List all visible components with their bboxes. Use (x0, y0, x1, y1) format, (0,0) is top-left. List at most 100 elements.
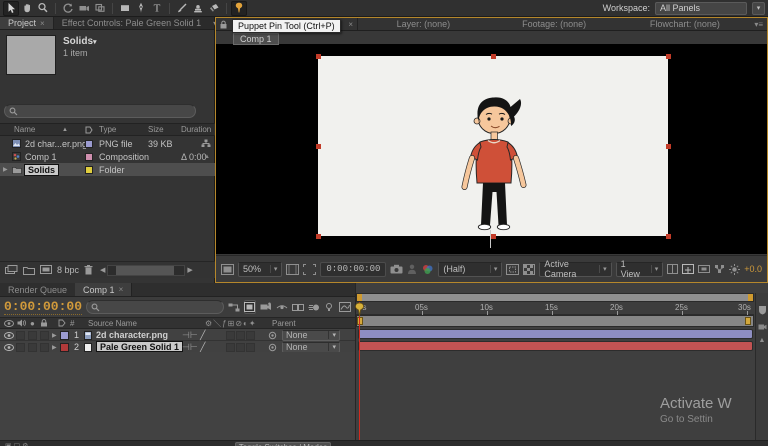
hide-shy-layers-icon[interactable] (276, 300, 288, 314)
navigator-start-handle[interactable] (357, 294, 362, 301)
share-view-icon[interactable] (667, 264, 678, 274)
label-color-chip[interactable] (85, 166, 93, 174)
region-of-interest-icon[interactable] (303, 264, 316, 275)
selection-tool-icon[interactable] (3, 1, 19, 16)
layer-label-chip[interactable] (60, 329, 69, 341)
collapse-switch[interactable]: ⊣⊢ (182, 329, 198, 341)
exposure-value[interactable]: +0.0 (744, 264, 762, 274)
mini-flowchart-icon[interactable] (228, 300, 240, 314)
safe-margins-icon[interactable] (286, 264, 299, 275)
expand-triangle-icon[interactable]: ▶ (3, 166, 8, 173)
label-color-chip[interactable] (85, 153, 93, 161)
frame-blending-icon[interactable] (292, 300, 304, 314)
project-row-footage[interactable]: 2d char...er.png PNG file 39 KB (0, 137, 215, 150)
time-ruler[interactable]: 0s 05s 10s 15s 20s 25s 30s (356, 302, 754, 315)
selection-handle[interactable] (491, 54, 496, 59)
parent-pickwhip-icon[interactable] (268, 329, 277, 341)
comp-marker-icon[interactable] (756, 305, 768, 315)
shape-tool-icon[interactable] (117, 1, 133, 16)
view-layout-dropdown[interactable]: 1 View▾ (616, 262, 664, 277)
lock-views-icon[interactable] (682, 264, 694, 274)
panel-menu-icon[interactable]: ▾≡ (750, 18, 767, 30)
column-duration[interactable]: Duration (181, 125, 211, 134)
solo-toggle[interactable] (28, 329, 38, 341)
layer-row-1[interactable]: ▶ 1 2d character.png ⊣⊢ ╱ None▾ (0, 329, 355, 341)
active-camera-dropdown[interactable]: Active Camera▾ (539, 262, 611, 277)
quality-switch[interactable]: ╱ (200, 329, 205, 341)
label-color-chip[interactable] (85, 140, 93, 148)
close-icon[interactable]: × (119, 285, 124, 294)
zoom-tool-icon[interactable] (35, 1, 51, 16)
tab-render-queue[interactable]: Render Queue (0, 283, 75, 296)
pan-behind-tool-icon[interactable] (92, 1, 108, 16)
column-type[interactable]: Type (99, 125, 116, 134)
selection-handle[interactable] (316, 144, 321, 149)
resolution-dropdown[interactable]: (Half)▾ (438, 262, 502, 277)
lock-icon[interactable] (216, 18, 230, 30)
new-composition-icon[interactable] (40, 265, 52, 275)
new-folder-icon[interactable] (23, 266, 35, 275)
project-search-input[interactable] (21, 106, 191, 116)
brainstorm-icon[interactable] (324, 300, 335, 314)
scroll-up-icon[interactable]: ▲ (756, 337, 768, 344)
pixel-aspect-icon[interactable] (698, 264, 710, 274)
always-preview-icon[interactable] (221, 264, 234, 275)
eraser-tool-icon[interactable] (206, 1, 222, 16)
rotation-tool-icon[interactable] (60, 1, 76, 16)
camera-marker-icon[interactable] (756, 323, 768, 331)
target-region-icon[interactable] (506, 264, 519, 275)
comp-viewer[interactable] (216, 44, 767, 254)
tab-flowchart[interactable]: Flowchart: (none) (620, 18, 751, 30)
selection-handle[interactable] (666, 54, 671, 59)
pen-tool-icon[interactable] (133, 1, 149, 16)
current-time-display[interactable]: 0:00:00:00 (4, 299, 82, 315)
project-horizontal-scrollbar[interactable]: ◀ ▶ (98, 265, 195, 276)
layer-name[interactable]: 2d character.png (96, 329, 168, 341)
parent-column[interactable]: Parent (272, 319, 296, 328)
comp-viewer-tab[interactable]: Comp 1 (233, 33, 279, 45)
work-area-end-handle[interactable] (745, 317, 751, 325)
column-name[interactable]: Name (14, 125, 35, 134)
selection-handle[interactable] (491, 234, 496, 239)
selection-handle[interactable] (666, 144, 671, 149)
tab-layer[interactable]: Layer: (none) (358, 18, 489, 30)
selection-handle[interactable] (316, 234, 321, 239)
camera-tool-icon[interactable] (76, 1, 92, 16)
viewer-timecode[interactable]: 0:00:00:00 (320, 262, 386, 277)
label-column-icon[interactable] (85, 126, 93, 134)
source-name-column[interactable]: Source Name (88, 319, 137, 328)
toggle-switches-modes-button[interactable]: Toggle Switches / Modes (235, 442, 331, 446)
scrollbar-thumb[interactable] (116, 266, 174, 275)
delete-icon[interactable] (84, 265, 93, 275)
bottom-mini-icons[interactable]: ▣ ◲ ⚙ (5, 442, 28, 446)
tab-project[interactable]: Project × (0, 17, 54, 29)
show-channels-icon[interactable] (421, 264, 434, 275)
type-tool-icon[interactable]: T (149, 1, 165, 16)
project-row-comp[interactable]: Comp 1 Composition Δ 0:00 ▲ (0, 150, 215, 163)
live-update-icon[interactable] (244, 300, 255, 314)
audio-toggle[interactable] (16, 329, 26, 341)
playhead-indicator[interactable] (353, 302, 366, 317)
motion-blur-icon[interactable] (308, 300, 320, 314)
expand-triangle-icon[interactable]: ▶ (52, 329, 57, 341)
tab-footage[interactable]: Footage: (none) (489, 18, 620, 30)
puppet-pin-tool-icon[interactable] (231, 1, 247, 16)
eye-icon[interactable] (4, 329, 14, 341)
close-icon[interactable]: × (348, 20, 353, 29)
snapshot-camera-icon[interactable] (390, 264, 403, 274)
transparency-grid-icon[interactable] (523, 264, 535, 275)
draft-3d-icon[interactable] (260, 300, 272, 314)
tab-effect-controls[interactable]: Effect Controls: Pale Green Solid 1 (54, 17, 209, 29)
layer-bar-1[interactable] (358, 329, 753, 339)
hand-tool-icon[interactable] (19, 1, 35, 16)
work-area-start-handle[interactable] (357, 317, 363, 325)
workspace-dropdown[interactable]: All Panels (655, 2, 747, 15)
work-area-bar[interactable] (356, 315, 754, 327)
navigator-end-handle[interactable] (748, 294, 753, 301)
parent-dropdown[interactable]: None▾ (282, 329, 340, 341)
close-icon[interactable]: × (40, 19, 45, 28)
interpret-footage-icon[interactable] (5, 265, 18, 275)
tab-timeline-comp[interactable]: Comp 1 × (75, 283, 132, 296)
magnification-dropdown[interactable]: 50%▾ (238, 262, 282, 277)
workspace-dropdown-arrow[interactable]: ▾ (752, 2, 765, 15)
